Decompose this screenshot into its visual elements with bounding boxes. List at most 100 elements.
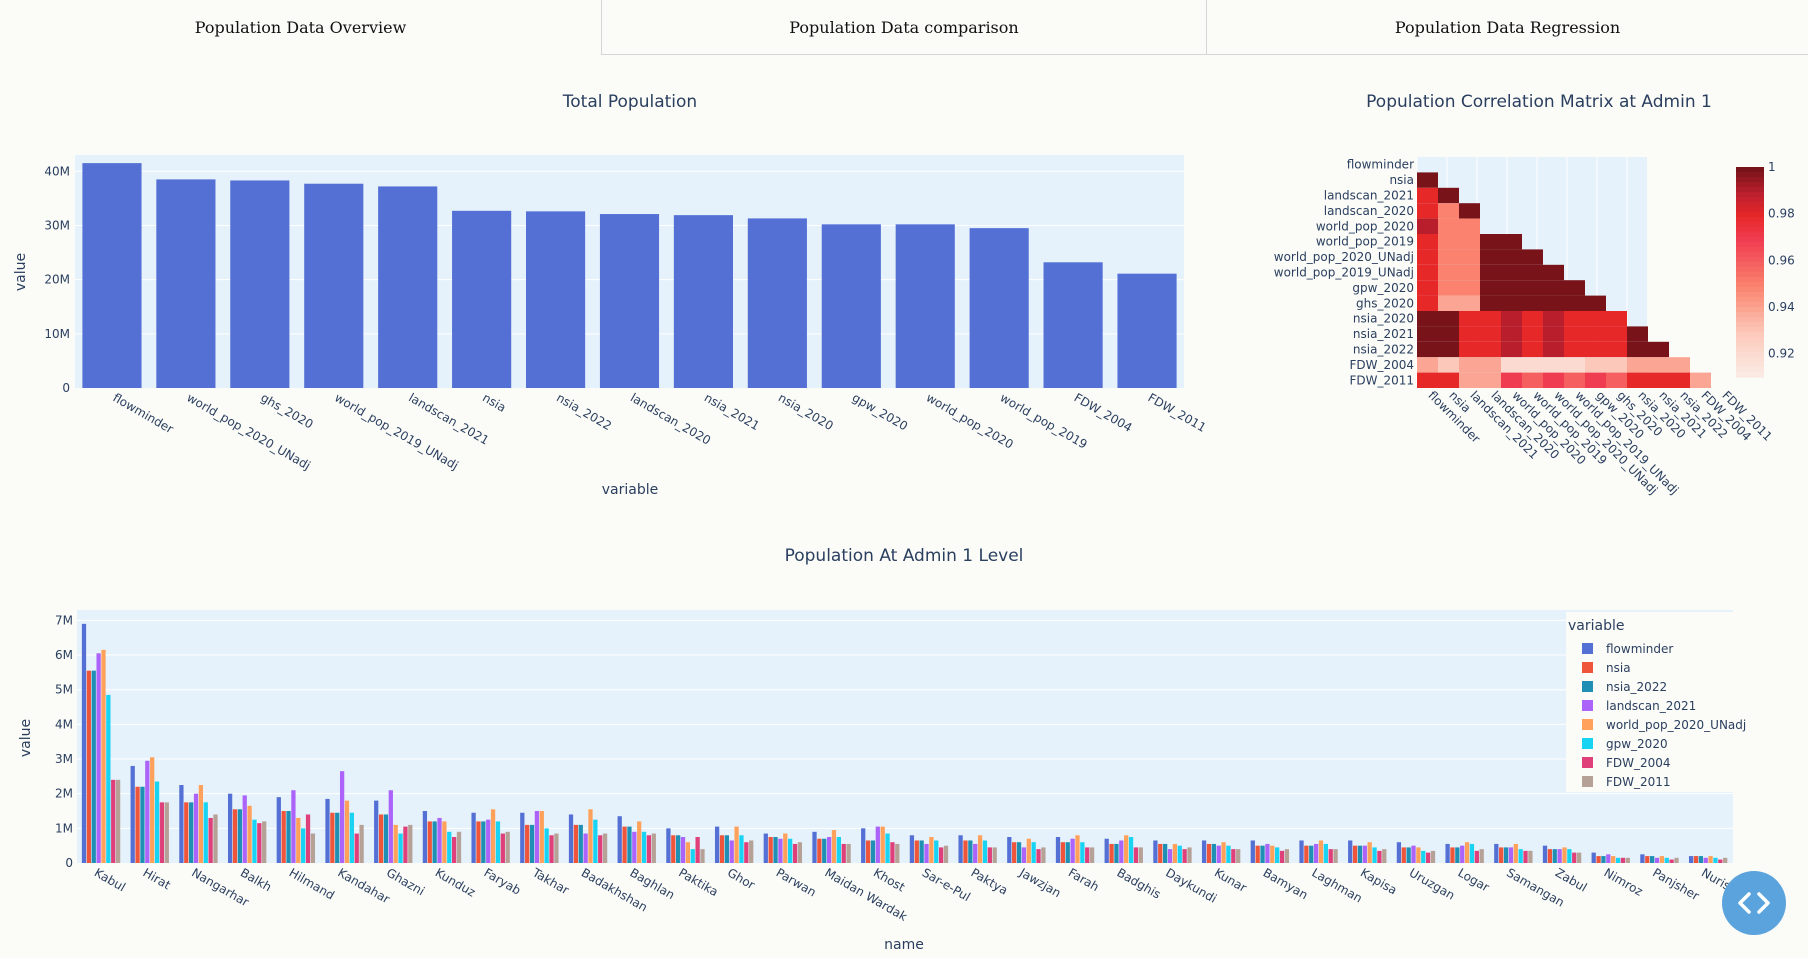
- bar-landscan_2021-Panjsher: [1654, 857, 1660, 863]
- chart-title-admin1: Population At Admin 1 Level: [785, 546, 1024, 566]
- heatmap-cell: [1417, 280, 1438, 296]
- heatmap-cell: [1417, 295, 1438, 311]
- bar-FDW_2004-Ghor: [744, 842, 749, 863]
- colorbar-tick-label: 0.98: [1768, 207, 1795, 221]
- bar-FDW_2004-Paktika: [695, 837, 700, 863]
- bar-flowminder-Jawzjan: [1007, 837, 1012, 863]
- colorbar-segment: [1736, 352, 1764, 358]
- heatmap-cell: [1438, 280, 1459, 296]
- bar-gpw_2020-Logar: [1469, 843, 1475, 863]
- colorbar-segment: [1736, 252, 1764, 258]
- bar-FDW_2004-Laghman: [1328, 849, 1333, 863]
- heatmap-cell: [1417, 326, 1438, 342]
- bar-nsia_2022-Takhar: [529, 824, 535, 863]
- bar-nsia-Logar: [1450, 847, 1455, 863]
- bar-FDW_2004-Zabul: [1572, 852, 1577, 863]
- y-tick-label: 1M: [55, 821, 73, 835]
- x-tick-label: Paktya: [968, 865, 1010, 897]
- bar-nsia_2022-Nangarhar: [189, 802, 194, 863]
- heatmap-cell: [1564, 357, 1585, 373]
- heatmap-cell: [1459, 218, 1480, 234]
- heatmap-cell: [1690, 372, 1711, 388]
- x-tick-label: Bamyan: [1261, 865, 1311, 902]
- bar-gpw_2020-Baghlan: [641, 831, 647, 863]
- bar-gpw_2020-Kunduz: [447, 831, 452, 863]
- bar-world_pop_2020_UNadj-Laghman: [1318, 840, 1324, 863]
- colorbar-tick-label: 0.92: [1768, 347, 1795, 361]
- x-tick-label: gpw_2020: [850, 390, 910, 433]
- colorbar-segment: [1736, 317, 1764, 323]
- bar-nsia-Kabul: [86, 670, 92, 863]
- heatmap-row-label: nsia_2021: [1353, 327, 1414, 341]
- heatmap-cell: [1627, 326, 1648, 342]
- bar-world_pop_2020_UNadj-Takhar: [539, 811, 544, 863]
- x-tick-label: Takhar: [529, 865, 571, 897]
- bar-FDW_2011-Hilmand: [310, 833, 316, 863]
- heatmap-cell: [1459, 372, 1480, 388]
- bar-FDW_2004-Panjsher: [1669, 859, 1674, 863]
- heatmap-row-label: world_pop_2019: [1316, 235, 1414, 249]
- bar-landscan_2021-Badghis: [1119, 840, 1124, 863]
- bar-flowminder-Kapisa: [1348, 840, 1353, 863]
- bar-nsia_2022-Nuristan: [1698, 856, 1703, 863]
- heatmap-cell: [1585, 341, 1606, 358]
- bar-FDW_2011-Sar-e-Pul: [943, 845, 949, 863]
- bar-nsia_2022-Hilmand: [286, 811, 291, 863]
- legend-title: variable: [1568, 618, 1624, 634]
- bar-flowminder-Nangarhar: [179, 785, 184, 863]
- bar-FDW_2004-Nangarhar: [208, 817, 213, 863]
- bar-nsia_2022-Kunduz: [432, 821, 437, 863]
- x-tick-label: Hirat: [141, 865, 174, 892]
- x-tick-label: Ghor: [725, 865, 757, 892]
- bar-gpw_2020-Zabul: [1567, 849, 1572, 863]
- bar-FDW_2011-Nuristan: [1723, 857, 1728, 863]
- heatmap-cell: [1438, 357, 1459, 373]
- legend-swatch-nsia_2022: [1582, 681, 1593, 692]
- colorbar-segment: [1736, 367, 1764, 373]
- code-toggle-button[interactable]: [1722, 871, 1786, 935]
- bar-flowminder-Takhar: [520, 812, 525, 863]
- heatmap-cell: [1669, 372, 1690, 388]
- bar-nsia_2022-Sar-e-Pul: [919, 840, 924, 863]
- bar-landscan_2021-Ghazni: [388, 790, 393, 863]
- bar-world_pop_2020_UNadj-Kunduz: [442, 821, 447, 863]
- y-tick-label: 0: [62, 381, 70, 395]
- bar-landscan_2021-Parwan: [778, 838, 783, 863]
- bar-FDW_2004-Balkh: [257, 823, 262, 863]
- heatmap-cell: [1417, 357, 1438, 373]
- bar-flowminder-Paktya: [958, 835, 963, 863]
- heatmap-row-label: nsia: [1389, 173, 1414, 187]
- bar-FDW_2004-Khost: [890, 842, 895, 863]
- bar-FDW_2011-Kunar: [1236, 849, 1241, 863]
- colorbar-tick-label: 0.96: [1768, 253, 1795, 267]
- bar-FDW_2011-Jawzjan: [1041, 847, 1046, 863]
- bar-landscan_2021-Uruzgan: [1411, 845, 1416, 863]
- y-tick-label: 20M: [44, 273, 70, 287]
- bar-FDW_2011-Balkh: [262, 821, 267, 863]
- bar-world_pop_2020_UNadj-Hilmand: [296, 817, 301, 863]
- heatmap-cell: [1585, 295, 1606, 311]
- bar-world_pop_2020_UNadj-Panjsher: [1659, 856, 1665, 863]
- heatmap-cell: [1501, 280, 1522, 296]
- heatmap-cell: [1606, 326, 1627, 342]
- bar-world_pop_2020_UNadj-Baghlan: [637, 821, 642, 863]
- bar-FDW_2011-Panjsher: [1674, 857, 1679, 863]
- colorbar-segment: [1736, 232, 1764, 238]
- legend-item-world_pop_2020_UNadj: world_pop_2020_UNadj: [1606, 718, 1746, 732]
- bar-flowminder-Sar-e-Pul: [909, 835, 915, 863]
- heatmap-cell: [1669, 357, 1690, 373]
- bar-FDW_2011: [1117, 273, 1177, 388]
- bar-FDW_2004-Uruzgan: [1425, 852, 1431, 863]
- bar-world_pop_2020_UNadj-Logar: [1464, 842, 1470, 863]
- heatmap-cell: [1648, 372, 1669, 388]
- x-axis-label: variable: [602, 482, 658, 498]
- bar-nsia_2022-Logar: [1455, 847, 1460, 863]
- bar-nsia-Jawzjan: [1012, 842, 1017, 863]
- bar-gpw_2020-Bamyan: [1275, 847, 1280, 863]
- heatmap-cell: [1480, 357, 1501, 373]
- colorbar-segment: [1736, 197, 1764, 203]
- colorbar-tick-label: 1: [1768, 160, 1776, 174]
- bar-nsia_2022-Panjsher: [1650, 856, 1655, 863]
- x-tick-label: nsia_2020: [776, 390, 836, 433]
- bar-flowminder-Kunduz: [422, 811, 428, 863]
